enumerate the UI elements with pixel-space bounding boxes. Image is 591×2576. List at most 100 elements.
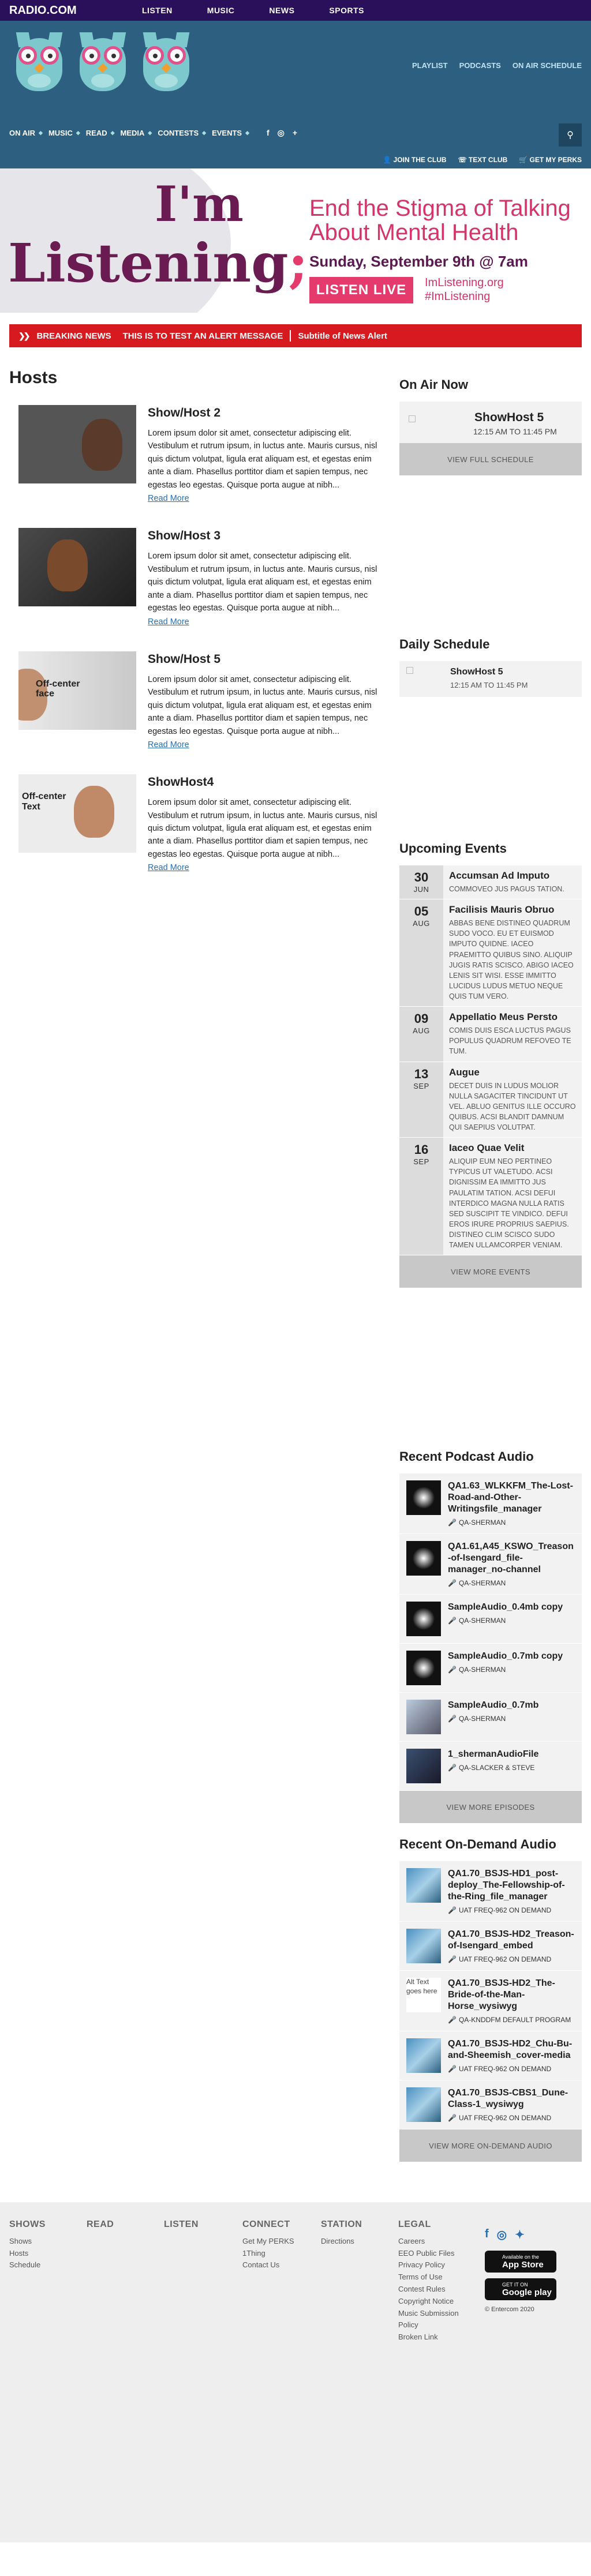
event-item[interactable]: 16 SEP Iaceo Quae Velit ALIQUIP EUM NEO PE…: [399, 1138, 582, 1256]
footer-link[interactable]: Privacy Policy: [398, 2259, 473, 2271]
facebook-icon[interactable]: f: [485, 2228, 489, 2242]
podcasts-link[interactable]: PODCASTS: [459, 61, 501, 70]
footer-link[interactable]: Directions: [321, 2236, 362, 2248]
page-body: Hosts Show/Host 2 Lorem ipsum dolor sit …: [0, 347, 591, 2162]
host-image[interactable]: [18, 405, 136, 483]
on-demand-item[interactable]: QA1.70_BSJS-CBS1_Dune-Class-1_wysiwyg 🎤 UA…: [399, 2080, 582, 2130]
on-demand-item[interactable]: QA1.70_BSJS-HD2_Treason-of-Isengard_embe…: [399, 1922, 582, 1971]
search-button[interactable]: ⚲: [559, 123, 582, 147]
footer-link[interactable]: Contact Us: [242, 2259, 294, 2271]
footer-col-connect: CONNECT Get My PERKS 1Thing Contact Us: [242, 2217, 294, 2271]
caret-down-icon: ◆: [245, 130, 249, 136]
footer-link[interactable]: Hosts: [9, 2248, 46, 2260]
top-nav-sports[interactable]: SPORTS: [312, 6, 381, 15]
banner-headline: End the Stigma of Talking About Mental H…: [309, 196, 571, 245]
text-club-link[interactable]: ☏ TEXT CLUB: [458, 156, 508, 164]
google-play-badge[interactable]: GET IT ON Google play: [485, 2278, 556, 2301]
event-item[interactable]: 13 SEP Augue DECET DUIS IN LUDUS MOLIOR NU…: [399, 1062, 582, 1138]
nav-read[interactable]: READ ◆: [86, 129, 115, 137]
more-icon[interactable]: +: [293, 128, 297, 138]
podcast-item[interactable]: 1_shermanAudioFile 🎤 QA-SLACKER & STEVE: [399, 1742, 582, 1791]
top-nav-news[interactable]: NEWS: [252, 6, 312, 15]
instagram-icon[interactable]: ◎: [497, 2228, 507, 2242]
footer-link[interactable]: Copyright Notice: [398, 2296, 473, 2308]
footer-link[interactable]: Schedule: [9, 2259, 46, 2271]
on-air-card[interactable]: ShowHost 5 12:15 AM TO 11:45 PM: [399, 402, 582, 443]
breaking-message: THIS IS TO TEST AN ALERT MESSAGE: [122, 331, 283, 341]
facebook-icon[interactable]: f: [267, 128, 270, 138]
event-item[interactable]: 30 JUN Accumsan Ad Imputo COMMOVEO JUS PAG…: [399, 865, 582, 900]
read-more-link[interactable]: Read More: [148, 740, 189, 749]
footer-link[interactable]: Contest Rules: [398, 2283, 473, 2296]
host-face: [47, 539, 88, 592]
footer-link[interactable]: Get My PERKS: [242, 2236, 294, 2248]
event-item[interactable]: 05 AUG Facilisis Mauris Obruo ABBAS BENE D…: [399, 899, 582, 1007]
footer-col-read[interactable]: READ: [87, 2217, 114, 2236]
caret-down-icon: ◆: [110, 130, 115, 136]
listen-live-button[interactable]: LISTEN LIVE: [309, 277, 413, 303]
top-nav-listen[interactable]: LISTEN: [125, 6, 190, 15]
mic-icon: 🎤: [448, 1666, 457, 1674]
playlist-link[interactable]: PLAYLIST: [412, 61, 448, 70]
get-perks-link[interactable]: 🛒 GET MY PERKS: [519, 156, 582, 164]
on-air-show-time: 12:15 AM TO 11:45 PM: [473, 427, 557, 436]
footer-link[interactable]: Terms of Use: [398, 2271, 473, 2283]
host-name[interactable]: Show/Host 5: [148, 653, 381, 666]
host-card: Off-center Text ShowHost4 Lorem ipsum do…: [18, 774, 381, 873]
event-text: ABBAS BENE DISTINEO QUADRUM SUDO VOCO. E…: [449, 919, 574, 1000]
station-logo[interactable]: [12, 27, 194, 95]
daily-schedule-title: Daily Schedule: [399, 637, 490, 651]
read-more-link[interactable]: Read More: [148, 494, 189, 503]
hosts-title: Hosts: [9, 368, 58, 387]
join-club-link[interactable]: 👤 JOIN THE CLUB: [383, 156, 446, 164]
footer-link[interactable]: Music Submission Policy: [398, 2308, 473, 2332]
read-more-link[interactable]: Read More: [148, 863, 189, 872]
host-card: Show/Host 2 Lorem ipsum dolor sit amet, …: [18, 405, 381, 504]
podcast-item[interactable]: QA1.63_WLKKFM_The-Lost-Road-and-Other-Wr…: [399, 1473, 582, 1535]
podcast-item[interactable]: QA1.61,A45_KSWO_Treason-of-Isengard_file…: [399, 1534, 582, 1595]
footer-link[interactable]: Shows: [9, 2236, 46, 2248]
host-image[interactable]: Off-center face: [18, 651, 136, 730]
footer-link[interactable]: 1Thing: [242, 2248, 294, 2260]
footer-link[interactable]: EEO Public Files: [398, 2248, 473, 2260]
top-nav-music[interactable]: MUSIC: [190, 6, 252, 15]
owl-icon: [12, 27, 67, 95]
instagram-icon[interactable]: ◎: [278, 128, 285, 138]
nav-events[interactable]: EVENTS ◆: [212, 129, 249, 137]
podcast-item[interactable]: SampleAudio_0.7mb 🎤 QA-SHERMAN: [399, 1693, 582, 1742]
event-item[interactable]: 09 AUG Appellatio Meus Persto COMIS DUIS E…: [399, 1007, 582, 1062]
breaking-news-bar[interactable]: ❯❯ BREAKING NEWS THIS IS TO TEST AN ALER…: [9, 324, 582, 347]
podcast-item[interactable]: SampleAudio_0.7mb copy 🎤 QA-SHERMAN: [399, 1644, 582, 1693]
host-face: [74, 786, 114, 838]
footer-link[interactable]: Broken Link: [398, 2331, 473, 2343]
footer-col-listen[interactable]: LISTEN: [164, 2217, 199, 2236]
nav-on-air[interactable]: ON AIR ◆: [9, 129, 43, 137]
host-image[interactable]: [18, 528, 136, 607]
view-more-episodes-button[interactable]: VIEW MORE EPISODES: [399, 1791, 582, 1824]
on-demand-item[interactable]: QA1.70_BSJS-HD2_Chu-Bu-and-Sheemish_cove…: [399, 2031, 582, 2081]
app-store-badge[interactable]: Available on the App Store: [485, 2251, 556, 2273]
read-more-link[interactable]: Read More: [148, 617, 189, 627]
view-more-events-button[interactable]: VIEW MORE EVENTS: [399, 1255, 582, 1288]
header-social: f ◎ +: [267, 128, 297, 138]
view-more-on-demand-button[interactable]: VIEW MORE ON-DEMAND AUDIO: [399, 2129, 582, 2162]
podcast-item[interactable]: SampleAudio_0.4mb copy 🎤 QA-SHERMAN: [399, 1595, 582, 1644]
host-name[interactable]: Show/Host 3: [148, 529, 381, 543]
nav-media[interactable]: MEDIA ◆: [121, 129, 152, 137]
nav-music[interactable]: MUSIC ◆: [48, 129, 80, 137]
daily-schedule-item[interactable]: ShowHost 5 12:15 AM TO 11:45 PM: [399, 661, 582, 697]
brand-logo[interactable]: RADIO.COM: [9, 4, 125, 17]
promo-banner[interactable]: I'm Listening; End the Stigma of Talking…: [0, 168, 591, 313]
on-air-schedule-link[interactable]: ON AIR SCHEDULE: [513, 61, 582, 70]
on-demand-item[interactable]: QA1.70_BSJS-HD1_post-deploy_The-Fellowsh…: [399, 1861, 582, 1922]
sidebar: On Air Now ShowHost 5 12:15 AM TO 11:45 …: [399, 347, 582, 2162]
host-image[interactable]: Off-center Text: [18, 774, 136, 853]
twitter-icon[interactable]: ✦: [515, 2228, 525, 2242]
host-name[interactable]: ShowHost4: [148, 775, 381, 789]
event-date: 30 JUN: [399, 865, 443, 899]
view-full-schedule-button[interactable]: VIEW FULL SCHEDULE: [399, 443, 582, 475]
nav-contests[interactable]: CONTESTS ◆: [158, 129, 206, 137]
on-demand-item[interactable]: Alt Text goes here QA1.70_BSJS-HD2_The-Br…: [399, 1971, 582, 2032]
footer-link[interactable]: Careers: [398, 2236, 473, 2248]
host-name[interactable]: Show/Host 2: [148, 406, 381, 420]
